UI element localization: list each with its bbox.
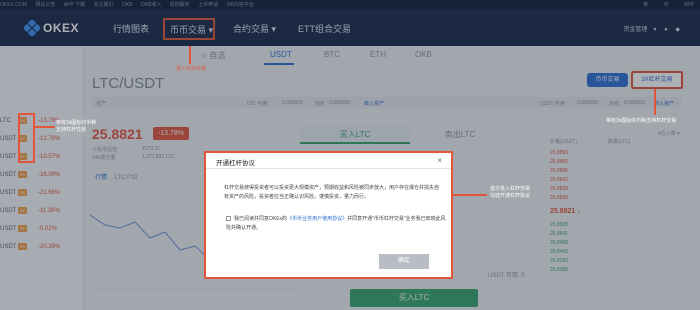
modal-title: 开通杠杆协议 <box>216 160 255 167</box>
modal-body-text: 杠杆交易使得投资者可以投资更大规模资产，预期收益和风险被同步放大，用户存在爆仓并… <box>224 185 440 200</box>
annotation-left-list: 带有3x图标的币种 支持杠杆交易 <box>56 120 97 133</box>
annotation-spot: 进入币币交易 <box>176 66 207 72</box>
modal-divider <box>206 168 451 169</box>
confirm-button[interactable]: 确定 <box>379 254 429 269</box>
agree-prefix: 我已阅读并同意OKEx的 <box>234 216 288 222</box>
agree-checkbox[interactable] <box>226 216 231 221</box>
annotation-box-left <box>18 113 35 163</box>
agreement-row: 我已阅读并同意OKEx的《币币业务用户使用协议》并同意开通"币币杠杆交易"业务我… <box>226 215 446 233</box>
annotation-arrow <box>453 194 487 196</box>
margin-agreement-modal: 开通杠杆协议 × 杠杆交易使得投资者可以投资更大规模资产，预期收益和风险被同步放… <box>206 153 451 277</box>
annotation-modal: 首次进入杠杆交易 勾选开通杠杆协议 <box>490 186 531 199</box>
annotation-arrow <box>35 126 55 128</box>
agreement-link[interactable]: 《币币业务用户使用协议》 <box>287 216 347 222</box>
close-icon[interactable]: × <box>437 156 442 165</box>
annotation-right-mode: 带有3x图标的币种支持杠杆交易 <box>606 118 677 124</box>
annotation-arrow <box>654 89 656 115</box>
annotation-arrow <box>189 46 191 64</box>
